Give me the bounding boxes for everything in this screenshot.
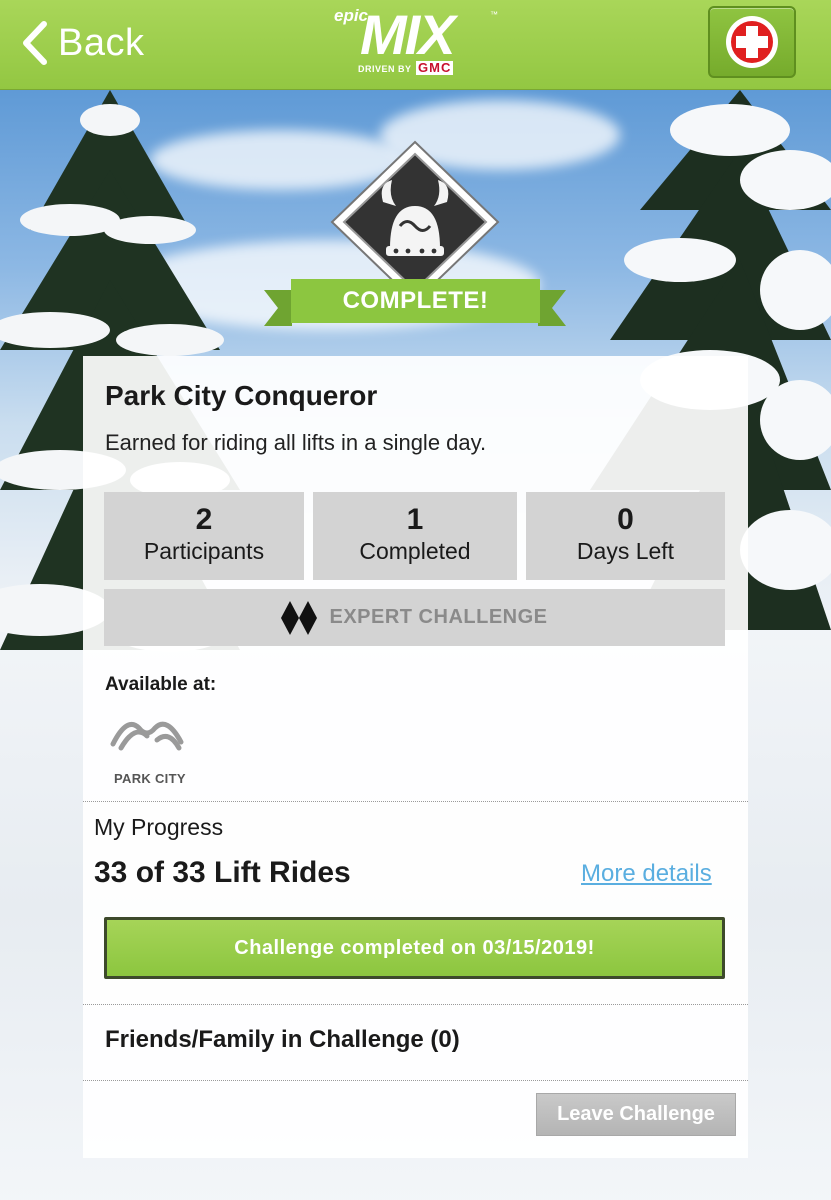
double-black-diamond-icon: [281, 600, 318, 635]
stat-label: Participants: [143, 538, 265, 564]
epic-mix-logo: epic MIX ™ DRIVEN BY GMC: [332, 4, 502, 80]
divider: [83, 1004, 748, 1005]
progress-bar-complete: Challenge completed on 03/15/2019!: [104, 917, 725, 979]
back-button[interactable]: Back: [18, 18, 144, 68]
logo-mix-text: MIX: [360, 3, 456, 66]
divider: [83, 1080, 748, 1081]
challenge-description: Earned for riding all lifts in a single …: [105, 430, 487, 455]
progress-title: My Progress: [94, 814, 224, 840]
difficulty-label: EXPERT CHALLENGE: [329, 606, 548, 628]
difficulty-banner: EXPERT CHALLENGE: [104, 589, 725, 646]
logo-sponsor: GMC: [416, 60, 454, 75]
challenge-card: Park City Conqueror Earned for riding al…: [83, 356, 748, 1158]
top-nav-bar: Back epic MIX ™ DRIVEN BY GMC: [0, 0, 831, 90]
friends-family-row[interactable]: Friends/Family in Challenge (0): [105, 1026, 460, 1054]
stat-value: 1: [406, 503, 424, 536]
stat-label: Completed: [359, 538, 471, 564]
divider: [83, 801, 748, 802]
more-details-link[interactable]: More details: [581, 860, 712, 888]
challenge-title: Park City Conqueror: [105, 380, 378, 411]
stat-label: Days Left: [576, 538, 675, 564]
resort-name: PARK CITY: [114, 771, 186, 786]
available-at-label: Available at:: [105, 674, 217, 695]
medical-help-button[interactable]: [708, 6, 796, 78]
stat-value: 2: [195, 503, 213, 536]
logo-trademark: ™: [490, 10, 498, 19]
chevron-left-icon: [23, 21, 47, 65]
leave-challenge-button[interactable]: Leave Challenge: [536, 1093, 736, 1136]
logo-driven-by: DRIVEN BY: [358, 64, 412, 74]
progress-count: 33 of 33 Lift Rides: [94, 856, 351, 889]
stat-days-left: 0 Days Left: [526, 492, 725, 580]
stat-participants: 2 Participants: [104, 492, 304, 580]
stat-completed: 1 Completed: [313, 492, 517, 580]
park-city-logo-icon[interactable]: [109, 712, 185, 752]
back-button-label: Back: [58, 21, 145, 64]
complete-ribbon: COMPLETE!: [291, 279, 540, 323]
stat-value: 0: [617, 503, 634, 536]
medical-cross-icon: [726, 16, 778, 68]
